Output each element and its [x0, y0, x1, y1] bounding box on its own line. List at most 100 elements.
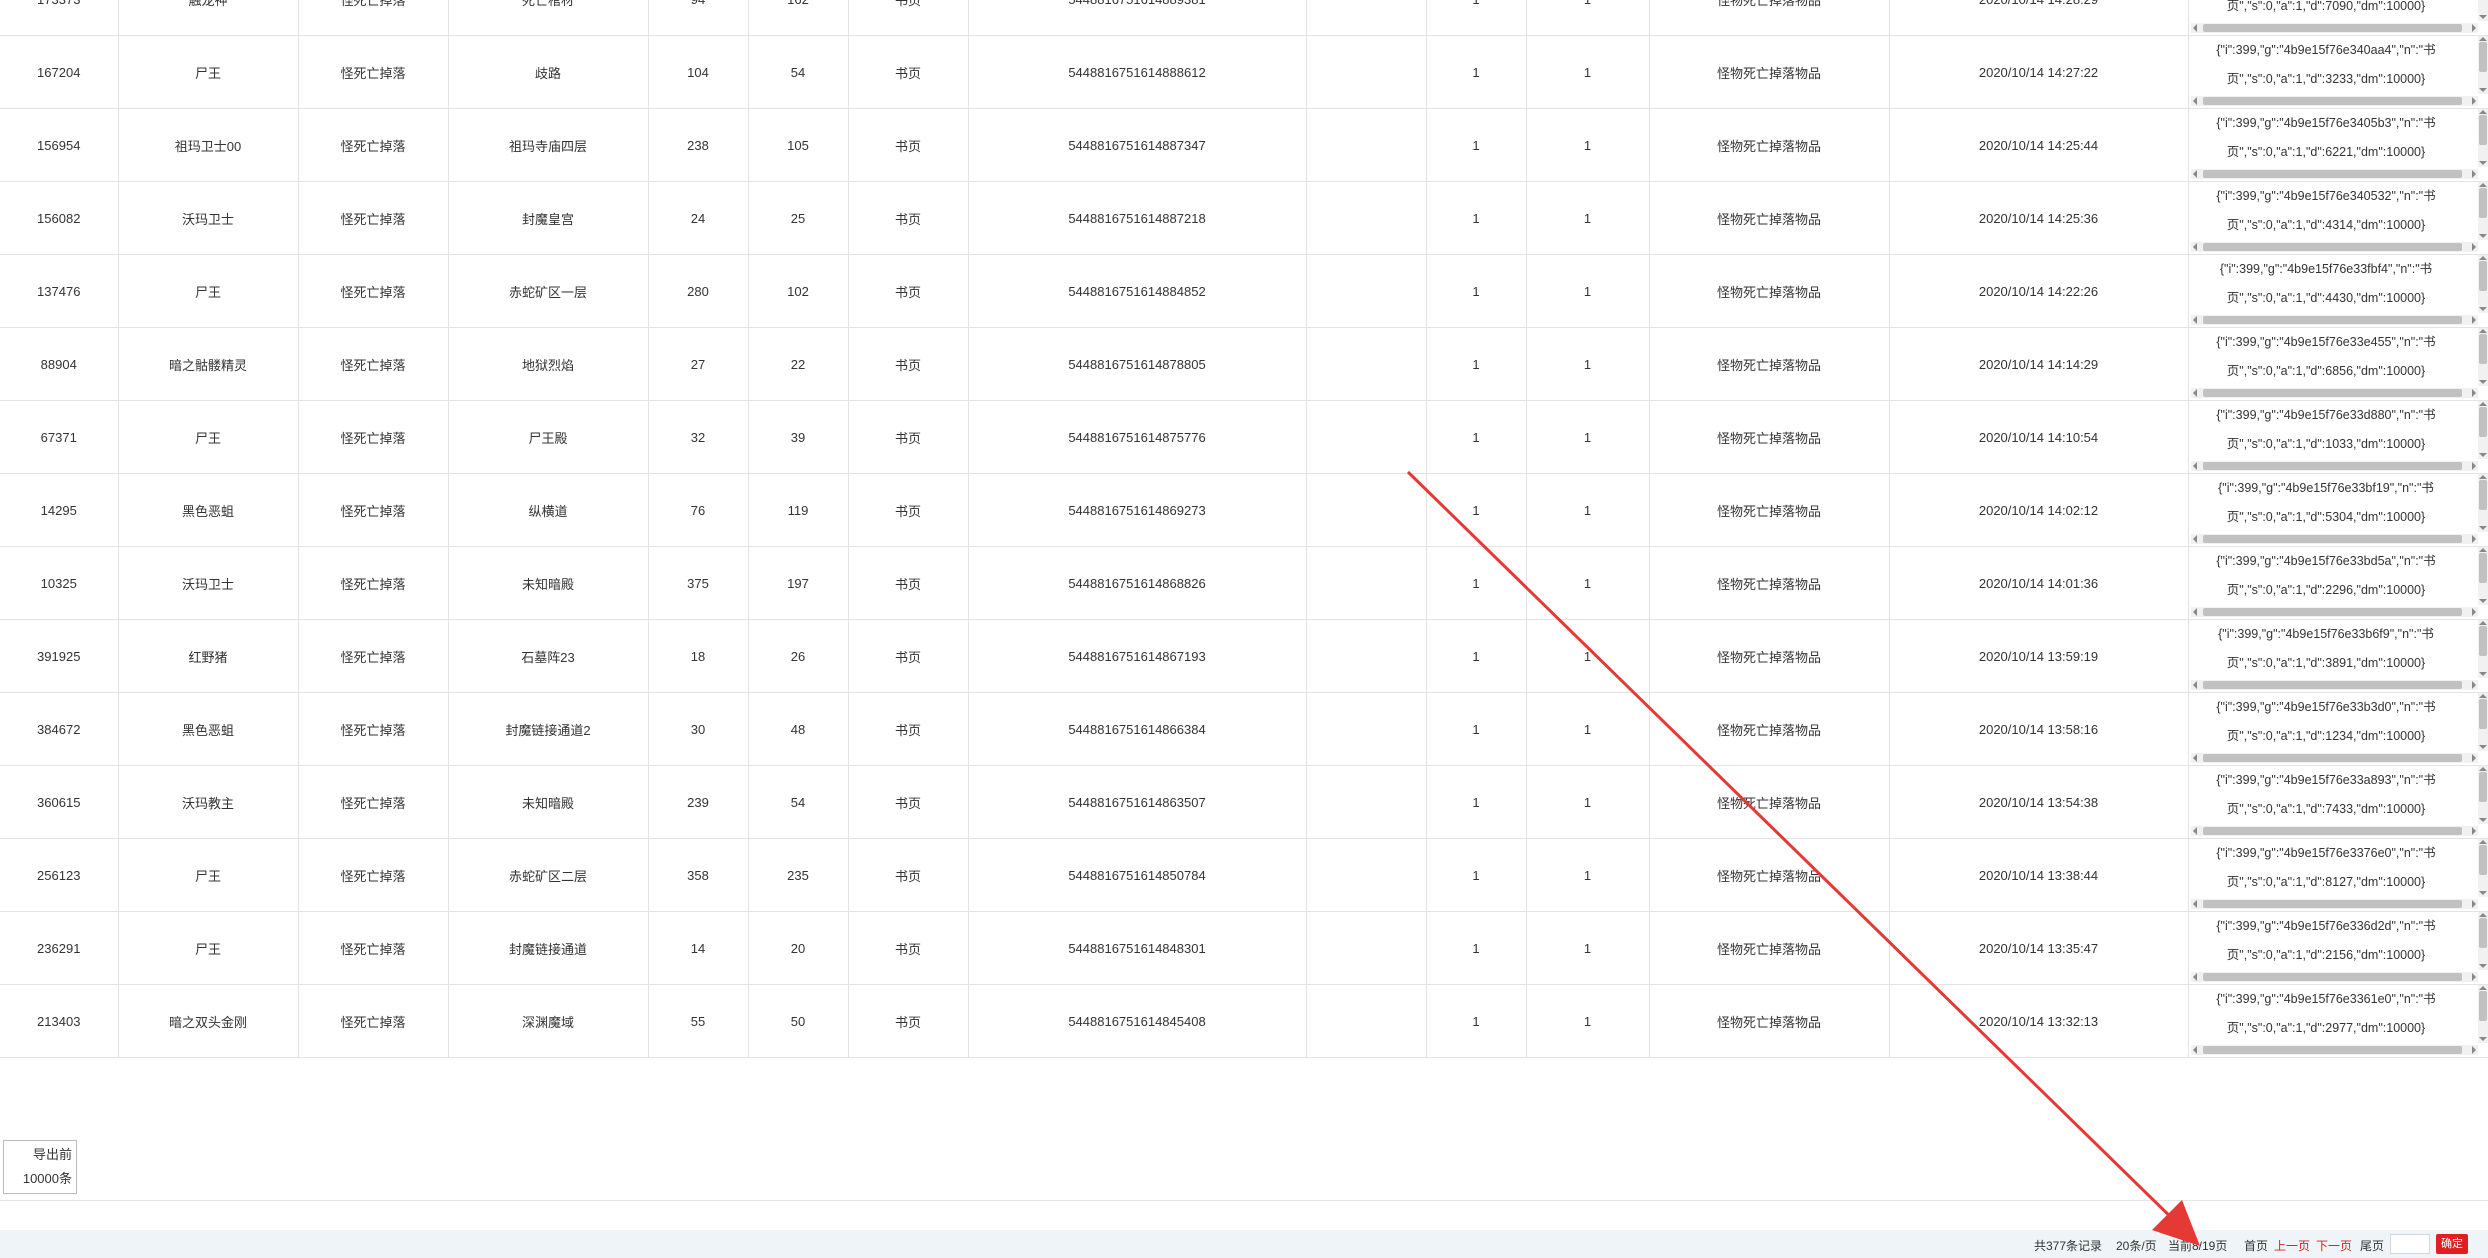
scroll-down-icon[interactable] — [2478, 307, 2487, 311]
scroll-right-icon[interactable] — [2471, 97, 2476, 105]
json-scroll-box[interactable]: {"i":399,"g":"4b9e15f76e340da5","n":"书页"… — [2190, 0, 2487, 35]
horizontal-scrollbar[interactable] — [2190, 242, 2478, 252]
scroll-thumb[interactable] — [2202, 97, 2462, 105]
scroll-down-icon[interactable] — [2478, 891, 2487, 895]
vertical-scrollbar[interactable] — [2477, 547, 2487, 605]
vertical-scrollbar[interactable] — [2477, 620, 2487, 678]
scroll-thumb[interactable] — [2478, 261, 2487, 291]
prev-page-link[interactable]: 上一页 — [2274, 1237, 2310, 1254]
json-scroll-box[interactable]: {"i":399,"g":"4b9e15f76e33bf19","n":"书 页"… — [2190, 474, 2487, 546]
scroll-down-icon[interactable] — [2478, 15, 2487, 19]
scroll-thumb[interactable] — [2478, 845, 2487, 875]
json-scroll-box[interactable]: {"i":399,"g":"4b9e15f76e336d2d","n":"书 页"… — [2190, 912, 2487, 984]
json-scroll-box[interactable]: {"i":399,"g":"4b9e15f76e340aa4","n":"书 页"… — [2190, 36, 2487, 108]
scroll-up-icon[interactable] — [2478, 183, 2487, 187]
scroll-up-icon[interactable] — [2478, 475, 2487, 479]
horizontal-scrollbar[interactable] — [2190, 96, 2478, 106]
scroll-down-icon[interactable] — [2478, 161, 2487, 165]
scroll-down-icon[interactable] — [2478, 526, 2487, 530]
horizontal-scrollbar[interactable] — [2190, 899, 2478, 909]
scroll-left-icon[interactable] — [2192, 170, 2197, 178]
json-scroll-box[interactable]: {"i":399,"g":"4b9e15f76e3376e0","n":"书 页"… — [2190, 839, 2487, 911]
scroll-down-icon[interactable] — [2478, 234, 2487, 238]
vertical-scrollbar[interactable] — [2477, 766, 2487, 824]
vertical-scrollbar[interactable] — [2477, 985, 2487, 1043]
scroll-thumb[interactable] — [2202, 608, 2462, 616]
scroll-thumb[interactable] — [2202, 316, 2462, 324]
scroll-thumb[interactable] — [2478, 626, 2487, 656]
scroll-right-icon[interactable] — [2471, 754, 2476, 762]
scroll-up-icon[interactable] — [2478, 548, 2487, 552]
scroll-thumb[interactable] — [2478, 772, 2487, 802]
scroll-right-icon[interactable] — [2471, 608, 2476, 616]
scroll-thumb[interactable] — [2202, 389, 2462, 397]
scroll-down-icon[interactable] — [2478, 818, 2487, 822]
scroll-up-icon[interactable] — [2478, 694, 2487, 698]
scroll-left-icon[interactable] — [2192, 827, 2197, 835]
scroll-thumb[interactable] — [2478, 407, 2487, 437]
scroll-left-icon[interactable] — [2192, 973, 2197, 981]
scroll-right-icon[interactable] — [2471, 389, 2476, 397]
next-page-link[interactable]: 下一页 — [2316, 1237, 2352, 1254]
scroll-down-icon[interactable] — [2478, 599, 2487, 603]
scroll-left-icon[interactable] — [2192, 608, 2197, 616]
scroll-thumb[interactable] — [2478, 115, 2487, 145]
scroll-up-icon[interactable] — [2478, 840, 2487, 844]
horizontal-scrollbar[interactable] — [2190, 826, 2478, 836]
scroll-right-icon[interactable] — [2471, 170, 2476, 178]
scroll-thumb[interactable] — [2202, 24, 2462, 32]
horizontal-scrollbar[interactable] — [2190, 607, 2478, 617]
vertical-scrollbar[interactable] — [2477, 255, 2487, 313]
vertical-scrollbar[interactable] — [2477, 839, 2487, 897]
scroll-up-icon[interactable] — [2478, 913, 2487, 917]
scroll-thumb[interactable] — [2202, 170, 2462, 178]
json-scroll-box[interactable]: {"i":399,"g":"4b9e15f76e33e455","n":"书 页"… — [2190, 328, 2487, 400]
json-scroll-box[interactable]: {"i":399,"g":"4b9e15f76e33a893","n":"书 页"… — [2190, 766, 2487, 838]
scroll-up-icon[interactable] — [2478, 37, 2487, 41]
json-scroll-box[interactable]: {"i":399,"g":"4b9e15f76e340532","n":"书 页"… — [2190, 182, 2487, 254]
vertical-scrollbar[interactable] — [2477, 36, 2487, 94]
scroll-thumb[interactable] — [2202, 535, 2462, 543]
scroll-thumb[interactable] — [2202, 1046, 2462, 1054]
page-jump-confirm-button[interactable]: 确定 — [2436, 1234, 2468, 1254]
scroll-thumb[interactable] — [2202, 754, 2462, 762]
horizontal-scrollbar[interactable] — [2190, 23, 2478, 33]
horizontal-scrollbar[interactable] — [2190, 169, 2478, 179]
vertical-scrollbar[interactable] — [2477, 912, 2487, 970]
horizontal-scrollbar[interactable] — [2190, 534, 2478, 544]
json-scroll-box[interactable]: {"i":399,"g":"4b9e15f76e33b3d0","n":"书 页"… — [2190, 693, 2487, 765]
scroll-up-icon[interactable] — [2478, 986, 2487, 990]
first-page-link[interactable]: 首页 — [2244, 1237, 2268, 1254]
scroll-left-icon[interactable] — [2192, 754, 2197, 762]
scroll-thumb[interactable] — [2202, 243, 2462, 251]
scroll-left-icon[interactable] — [2192, 681, 2197, 689]
vertical-scrollbar[interactable] — [2477, 328, 2487, 386]
json-scroll-box[interactable]: {"i":399,"g":"4b9e15f76e33fbf4","n":"书 页"… — [2190, 255, 2487, 327]
scroll-left-icon[interactable] — [2192, 389, 2197, 397]
scroll-thumb[interactable] — [2202, 973, 2462, 981]
scroll-up-icon[interactable] — [2478, 621, 2487, 625]
scroll-thumb[interactable] — [2478, 334, 2487, 364]
horizontal-scrollbar[interactable] — [2190, 753, 2478, 763]
scroll-thumb[interactable] — [2478, 918, 2487, 948]
scroll-right-icon[interactable] — [2471, 316, 2476, 324]
scroll-right-icon[interactable] — [2471, 973, 2476, 981]
scroll-thumb[interactable] — [2478, 699, 2487, 729]
scroll-left-icon[interactable] — [2192, 97, 2197, 105]
scroll-down-icon[interactable] — [2478, 672, 2487, 676]
scroll-left-icon[interactable] — [2192, 316, 2197, 324]
scroll-thumb[interactable] — [2478, 42, 2487, 72]
scroll-down-icon[interactable] — [2478, 1037, 2487, 1041]
scroll-left-icon[interactable] — [2192, 900, 2197, 908]
scroll-down-icon[interactable] — [2478, 88, 2487, 92]
scroll-right-icon[interactable] — [2471, 243, 2476, 251]
vertical-scrollbar[interactable] — [2477, 401, 2487, 459]
scroll-down-icon[interactable] — [2478, 380, 2487, 384]
scroll-left-icon[interactable] — [2192, 24, 2197, 32]
json-scroll-box[interactable]: {"i":399,"g":"4b9e15f76e3361e0","n":"书 页"… — [2190, 985, 2487, 1057]
vertical-scrollbar[interactable] — [2477, 693, 2487, 751]
scroll-thumb[interactable] — [2478, 991, 2487, 1021]
scroll-left-icon[interactable] — [2192, 462, 2197, 470]
json-scroll-box[interactable]: {"i":399,"g":"4b9e15f76e33bd5a","n":"书 页"… — [2190, 547, 2487, 619]
vertical-scrollbar[interactable] — [2477, 0, 2487, 21]
